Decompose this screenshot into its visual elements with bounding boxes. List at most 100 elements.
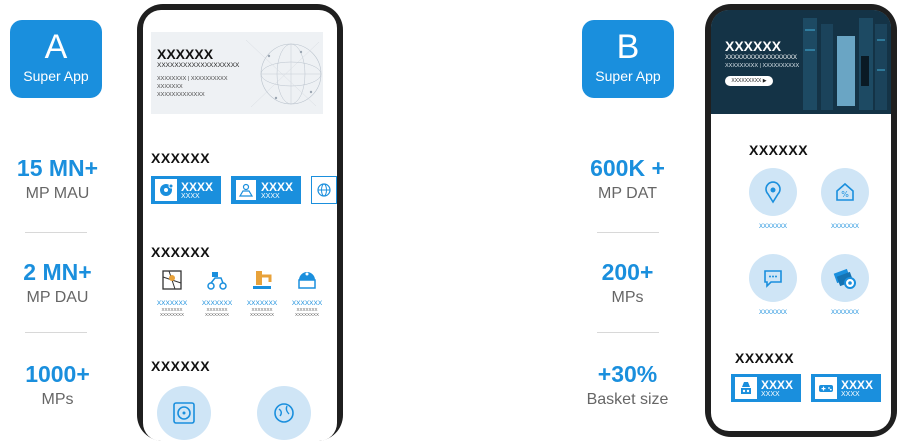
circle-label: XXXXXXX xyxy=(758,310,787,316)
badge-b-label: Super App xyxy=(595,68,661,84)
phone-b-screen: XXXXXX XXXXXXXXXXXXXXXXXX XXXXXXXXX | XX… xyxy=(711,10,891,431)
section-title: XXXXXX xyxy=(151,150,211,166)
service-tile[interactable]: XXXX XXXX xyxy=(231,176,301,204)
tile-title: XXXX xyxy=(261,179,294,194)
stat-value: 1000+ xyxy=(25,361,90,387)
stat-label: MPs xyxy=(41,391,74,409)
divider xyxy=(25,232,87,233)
phone-a-screen: XXXXXX XXXXXXXXXXXXXXXXXXX XXXXXXXX | XX… xyxy=(143,10,337,441)
banner-line: XXXXXXXXX | XXXXXXXXXX xyxy=(725,63,800,69)
service-circle[interactable] xyxy=(821,254,869,302)
network-globe-graphic xyxy=(245,39,322,108)
global-location-button[interactable] xyxy=(257,386,311,440)
service-line-2: XXXXXXXX xyxy=(249,312,274,318)
stat-label: MP MAU xyxy=(25,185,90,203)
service-item[interactable]: XXXXXXX XXXXXXX XXXXXXXX xyxy=(287,268,327,318)
tile-title: XXXX xyxy=(841,377,874,392)
banner-title: XXXXXX xyxy=(157,46,214,62)
circle-label: XXXXXXX xyxy=(830,310,859,316)
banner-line-3: XXXXXXXXXXXXX xyxy=(157,92,205,98)
stat-value: 15 MN+ xyxy=(16,155,99,181)
phone-a: XXXXXX XXXXXXXXXXXXXXXXXXX XXXXXXXX | XX… xyxy=(137,4,343,441)
service-circle[interactable] xyxy=(749,168,797,216)
banner-subtitle: XXXXXXXXXXXXXXXXXXX xyxy=(157,62,240,69)
record-player-icon xyxy=(173,402,195,424)
building-icon xyxy=(298,272,316,289)
service-label: XXXXXXX xyxy=(291,300,323,307)
signal-pin-icon xyxy=(765,181,781,204)
banner[interactable]: XXXXXX XXXXXXXXXXXXXXXXXXX XXXXXXXX | XX… xyxy=(151,32,323,114)
chat-icon xyxy=(764,270,782,288)
banner-line-1: XXXXXXXX | XXXXXXXXXX xyxy=(157,76,228,82)
globe-icon xyxy=(317,183,331,197)
divider xyxy=(25,332,87,333)
service-line-2: XXXXXXXX xyxy=(204,312,229,318)
vinyl-button[interactable] xyxy=(157,386,211,440)
service-circle[interactable] xyxy=(749,254,797,302)
badge-a-letter: A xyxy=(44,28,68,66)
badge-b: B Super App xyxy=(582,20,674,98)
svg-text:%: % xyxy=(841,190,849,199)
service-label: XXXXXXX xyxy=(156,300,188,307)
badge-a: A Super App xyxy=(10,20,102,98)
badge-a-label: Super App xyxy=(23,68,89,84)
phone-b: XXXXXX XXXXXXXXXXXXXXXXXX XXXXXXXXX | XX… xyxy=(705,4,897,437)
service-tile[interactable]: XXXX XXXX xyxy=(811,374,881,402)
stat-value: 2 MN+ xyxy=(23,259,92,285)
service-tile[interactable]: XXXX XXXX xyxy=(151,176,221,204)
circle-label: XXXXXXX xyxy=(830,224,859,230)
house-percent-icon: % xyxy=(836,182,854,201)
service-tile[interactable]: XXXX XXXX xyxy=(731,374,801,402)
disc-icon xyxy=(155,179,177,201)
stat-mps-b: 200+ MPs xyxy=(570,259,685,307)
banner-title: XXXXXX xyxy=(725,38,782,54)
gamepad-icon xyxy=(815,377,837,399)
stat-label: MPs xyxy=(611,289,644,307)
stat-label: MP DAU xyxy=(26,289,89,307)
stat-dau: 2 MN+ MP DAU xyxy=(0,259,115,307)
scooter-icon xyxy=(207,272,227,290)
faucet-icon xyxy=(253,271,272,289)
section-title: XXXXXX xyxy=(151,244,211,260)
tile-sub: XXXX xyxy=(261,192,280,200)
tile-title: XXXX xyxy=(761,377,794,392)
banner-line-2: XXXXXXX xyxy=(157,84,183,90)
divider xyxy=(597,232,659,233)
cards-gear-icon xyxy=(833,268,856,289)
service-item[interactable]: XXXXXXX XXXXXXX XXXXXXXX xyxy=(242,268,282,318)
stat-label: Basket size xyxy=(586,391,669,409)
banner[interactable]: XXXXXX XXXXXXXXXXXXXXXXXX XXXXXXXXX | XX… xyxy=(711,10,891,114)
stat-dat: 600K + MP DAT xyxy=(570,155,685,203)
service-label: XXXXXXX xyxy=(246,300,278,307)
tile-title: XXXX xyxy=(181,179,214,194)
banner-subtitle: XXXXXXXXXXXXXXXXXX xyxy=(725,55,798,61)
tile-sub: XXXX xyxy=(841,390,860,398)
circle-label: XXXXXXX xyxy=(758,224,787,230)
stat-label: MP DAT xyxy=(598,185,657,203)
service-item[interactable]: XXXXXXX XXXXXXX XXXXXXXX xyxy=(197,268,237,318)
section-title: XXXXXX xyxy=(735,350,795,366)
section-title: XXXXXX xyxy=(749,142,809,158)
service-circle[interactable]: % xyxy=(821,168,869,216)
service-label: XXXXXXX xyxy=(201,300,233,307)
stat-mau: 15 MN+ MP MAU xyxy=(0,155,115,203)
stat-value: 600K + xyxy=(590,155,665,181)
stat-mps: 1000+ MPs xyxy=(0,361,115,409)
section-title: XXXXXX xyxy=(151,358,211,374)
map-pin-icon xyxy=(235,179,257,201)
badge-b-letter: B xyxy=(616,28,640,66)
stat-value: +30% xyxy=(597,361,658,387)
service-item[interactable]: XXXXXXX XXXXXXX XXXXXXXX xyxy=(152,268,192,318)
stat-basket: +30% Basket size xyxy=(570,361,685,409)
spy-icon xyxy=(735,377,757,399)
tile-sub: XXXX xyxy=(761,390,780,398)
service-line-2: XXXXXXXX xyxy=(159,312,184,318)
banner-cta-button[interactable]: XXXXXXXXX ▶ xyxy=(725,76,773,86)
tile-sub: XXXX xyxy=(181,192,200,200)
service-tile-partial[interactable] xyxy=(311,176,337,204)
globe-pin-icon xyxy=(274,403,294,423)
map-icon xyxy=(162,270,182,290)
stat-value: 200+ xyxy=(601,259,654,285)
service-line-2: XXXXXXXX xyxy=(294,312,319,318)
divider xyxy=(597,332,659,333)
